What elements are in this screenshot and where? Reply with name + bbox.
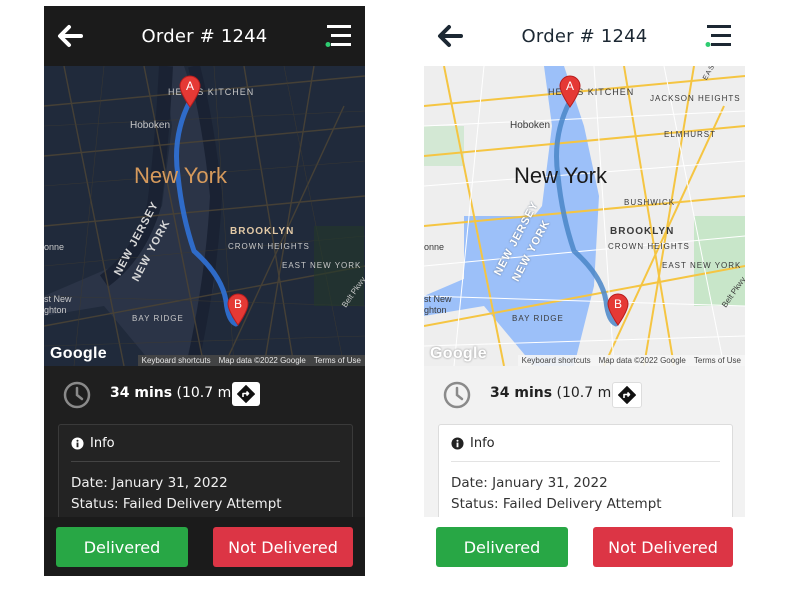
clock-icon — [443, 381, 471, 409]
directions-button[interactable] — [612, 382, 642, 408]
action-footer: Delivered Not Delivered — [44, 517, 365, 576]
info-heading: Info — [451, 436, 495, 451]
directions-icon — [237, 385, 255, 403]
eta-row: 34 mins (10.7 mi) — [44, 370, 365, 420]
map-label-bayonne: onne — [424, 242, 445, 252]
delivered-button[interactable]: Delivered — [436, 527, 568, 567]
order-date: Date: January 31, 2022 — [451, 475, 608, 491]
page-title: Order # 1244 — [521, 25, 648, 47]
order-status: Status: Failed Delivery Attempt — [71, 496, 282, 512]
map-pin-icon: B — [227, 293, 249, 326]
order-status: Status: Failed Delivery Attempt — [451, 496, 662, 512]
clock-icon — [63, 381, 91, 409]
map-label-jackson-heights: JACKSON HEIGHTS — [650, 94, 741, 103]
menu-icon — [325, 25, 351, 47]
map-attribution: Keyboard shortcuts Map data ©2022 Google… — [137, 355, 365, 366]
marker-end[interactable]: B — [226, 292, 250, 326]
map-data-label: Map data ©2022 Google — [214, 355, 310, 366]
eta-text: 34 mins (10.7 mi) — [110, 385, 241, 401]
eta-duration: 34 mins — [110, 385, 173, 401]
action-footer: Delivered Not Delivered — [424, 517, 745, 576]
not-delivered-button[interactable]: Not Delivered — [213, 527, 353, 567]
eta-distance: (10.7 mi) — [176, 385, 241, 401]
app-header: Order # 1244 — [44, 6, 365, 66]
eta-distance: (10.7 mi) — [556, 385, 621, 401]
order-screen-dark: Order # 1244 Hoboken HELL'S KITCHEN New … — [44, 6, 365, 576]
marker-end[interactable]: B — [606, 292, 630, 326]
info-title: Info — [470, 436, 495, 451]
map-label-west-new-brighton-1: st New — [424, 294, 452, 304]
info-divider — [451, 461, 720, 462]
map-data-label: Map data ©2022 Google — [594, 355, 690, 366]
info-heading: Info — [71, 436, 115, 451]
marker-start[interactable]: A — [558, 74, 582, 108]
map-label-west-new-brighton-2: ghton — [424, 305, 447, 315]
map-label-bushwick: BUSHWICK — [624, 198, 676, 207]
directions-button[interactable] — [232, 382, 260, 406]
map-label-hoboken: Hoboken — [510, 120, 551, 131]
keyboard-shortcuts-link[interactable]: Keyboard shortcuts — [137, 355, 215, 366]
eta-text: 34 mins (10.7 mi) — [490, 385, 621, 401]
terms-link[interactable]: Terms of Use — [309, 355, 365, 366]
map-attribution: Keyboard shortcuts Map data ©2022 Google… — [517, 355, 745, 366]
map-label-bay-ridge: BAY RIDGE — [512, 314, 564, 323]
order-date: Date: January 31, 2022 — [71, 475, 228, 491]
map-canvas — [44, 66, 365, 366]
eta-duration: 34 mins — [490, 385, 553, 401]
info-icon — [71, 437, 84, 450]
map-label-bayonne: onne — [44, 242, 65, 252]
arrow-left-icon — [438, 25, 463, 47]
info-icon — [451, 437, 464, 450]
route-map[interactable]: Hoboken HELL'S KITCHEN New York JACKSON … — [424, 66, 745, 366]
directions-icon — [618, 386, 636, 404]
map-label-elmhurst: ELMHURST — [664, 130, 717, 139]
map-label-west-new-brighton-2: ghton — [44, 305, 67, 315]
google-logo: Google — [430, 345, 487, 362]
app-header: Order # 1244 — [424, 6, 745, 66]
map-canvas — [424, 66, 745, 366]
marker-start[interactable]: A — [178, 74, 202, 108]
back-button[interactable] — [54, 20, 86, 52]
info-title: Info — [90, 436, 115, 451]
svg-text:A: A — [186, 79, 194, 93]
map-pin-icon: A — [559, 75, 581, 108]
map-label-brooklyn: BROOKLYN — [610, 226, 675, 237]
eta-row: 34 mins (10.7 mi) — [424, 370, 745, 420]
map-pin-icon: B — [607, 293, 629, 326]
order-screen-light: Order # 1244 Hoboken HELL'S KITCHEN New … — [424, 6, 745, 576]
back-button[interactable] — [434, 20, 466, 52]
map-label-new-york: New York — [134, 163, 227, 188]
svg-text:B: B — [234, 297, 242, 311]
not-delivered-button[interactable]: Not Delivered — [593, 527, 733, 567]
map-label-east-new-york: EAST NEW YORK — [282, 261, 362, 270]
map-label-crown-heights: CROWN HEIGHTS — [228, 242, 310, 251]
menu-button[interactable] — [705, 22, 733, 50]
map-label-brooklyn: BROOKLYN — [230, 226, 295, 237]
map-pin-icon: A — [179, 75, 201, 108]
arrow-left-icon — [58, 25, 83, 47]
map-label-bay-ridge: BAY RIDGE — [132, 314, 184, 323]
terms-link[interactable]: Terms of Use — [689, 355, 745, 366]
map-label-hoboken: Hoboken — [130, 120, 171, 131]
svg-text:B: B — [614, 297, 622, 311]
menu-button[interactable] — [325, 22, 353, 50]
google-logo: Google — [50, 345, 107, 362]
map-label-west-new-brighton-1: st New — [44, 294, 72, 304]
menu-icon — [705, 25, 731, 47]
delivered-button[interactable]: Delivered — [56, 527, 188, 567]
map-label-east-new-york: EAST NEW YORK — [662, 261, 742, 270]
map-label-crown-heights: CROWN HEIGHTS — [608, 242, 690, 251]
info-divider — [71, 461, 340, 462]
route-map[interactable]: Hoboken HELL'S KITCHEN New York BROOKLYN… — [44, 66, 365, 366]
keyboard-shortcuts-link[interactable]: Keyboard shortcuts — [517, 355, 595, 366]
page-title: Order # 1244 — [141, 25, 268, 47]
map-label-new-york: New York — [514, 163, 607, 188]
svg-text:A: A — [566, 79, 574, 93]
